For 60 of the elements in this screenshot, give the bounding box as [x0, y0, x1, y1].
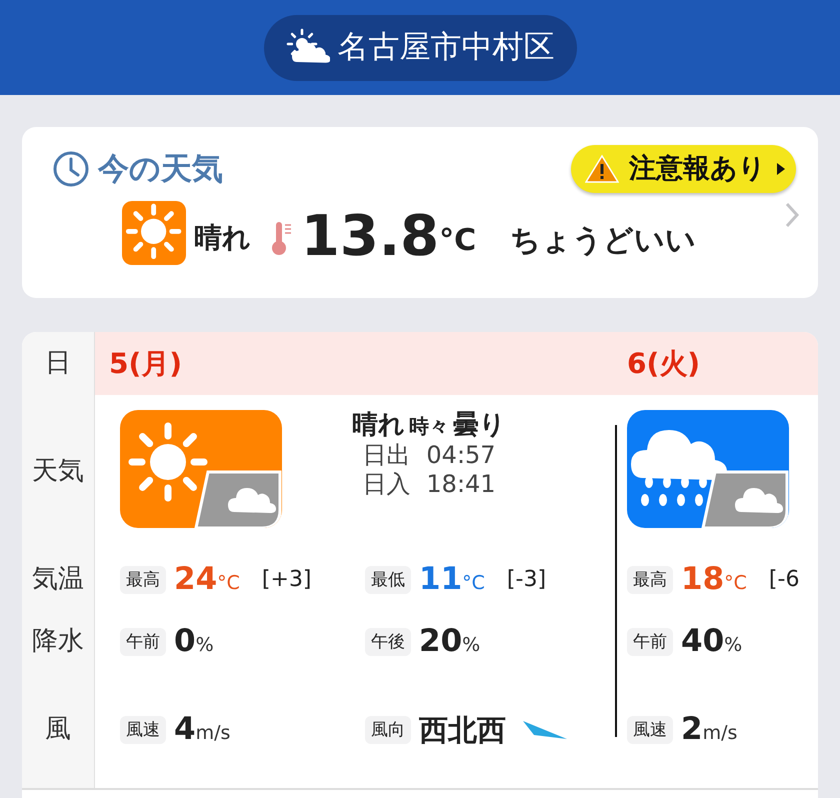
weather-text: 曇り — [453, 410, 506, 442]
row-label: 風 — [44, 713, 72, 746]
sun-time-label: 日入 — [362, 470, 410, 499]
weather-text: 晴れ — [352, 410, 405, 442]
label-tag: 最高 — [120, 566, 166, 594]
weather-text: 時々 — [409, 414, 449, 438]
label-tag: 風速 — [627, 716, 673, 744]
value-text: 2 — [681, 711, 703, 749]
row-label: 気温 — [31, 563, 85, 596]
value-text: 40 — [681, 623, 724, 661]
value-text: 4 — [174, 711, 196, 749]
weather-text: 晴れ — [194, 220, 251, 256]
sun-time-label: 日出 — [362, 441, 410, 470]
sun-time: 04:57 — [426, 441, 496, 470]
value-text: 11 — [419, 561, 462, 599]
date-text: 5(月) — [109, 346, 182, 382]
comfort-text: ちょうどいい — [510, 222, 696, 260]
difference-text: [-6 — [768, 566, 800, 594]
date-text: 6(火) — [627, 346, 700, 382]
unit-text: % — [462, 634, 480, 658]
weather-icon — [122, 201, 186, 265]
thermometer-icon — [270, 219, 293, 257]
alert-button[interactable]: 注意報あり — [571, 145, 796, 193]
value-text: 24 — [174, 561, 218, 599]
row-label: 天気 — [31, 454, 85, 488]
caret-icon — [776, 162, 786, 176]
label-tag: 午前 — [120, 628, 166, 656]
unit-text: m/s — [702, 722, 738, 746]
weather-icon — [627, 410, 789, 528]
current-weather-card[interactable]: 今の天気 注意報あり 晴れ 13.8°C ちょうどいい — [22, 127, 818, 298]
unit-text: °C — [217, 572, 240, 596]
clock-icon — [52, 150, 90, 188]
sun-time: 18:41 — [426, 470, 496, 499]
row-label: 降水 — [31, 625, 85, 658]
temperature-value: 13.8 — [300, 209, 440, 265]
difference-text: [+3] — [262, 566, 312, 594]
section-title: 今の天気 — [98, 150, 223, 189]
unit-text: °C — [724, 572, 747, 596]
unit-text: °C — [462, 572, 485, 596]
weather-icon — [120, 410, 282, 528]
warning-icon — [585, 154, 619, 184]
value-text: 20 — [419, 623, 462, 661]
unit-text: % — [724, 634, 742, 658]
wind-arrow-icon — [522, 718, 568, 741]
label-tag: 風速 — [120, 716, 166, 744]
unit-text: m/s — [196, 722, 230, 746]
value-text: 西北西 — [419, 712, 506, 748]
label-tag: 最低 — [365, 566, 411, 594]
temperature-unit: °C — [439, 222, 476, 260]
unit-text: % — [196, 634, 214, 658]
value-text: 0 — [174, 623, 196, 661]
label-tag: 午前 — [627, 628, 673, 656]
value-text: 18 — [681, 561, 724, 599]
label-tag: 最高 — [627, 566, 673, 594]
difference-text: [-3] — [506, 566, 546, 594]
label-tag: 午後 — [365, 628, 411, 656]
location-button[interactable]: 名古屋市中村区 — [264, 14, 576, 80]
row-label: 日 — [44, 347, 72, 380]
label-tag: 風向 — [365, 716, 411, 744]
chevron-right-icon — [784, 201, 800, 229]
